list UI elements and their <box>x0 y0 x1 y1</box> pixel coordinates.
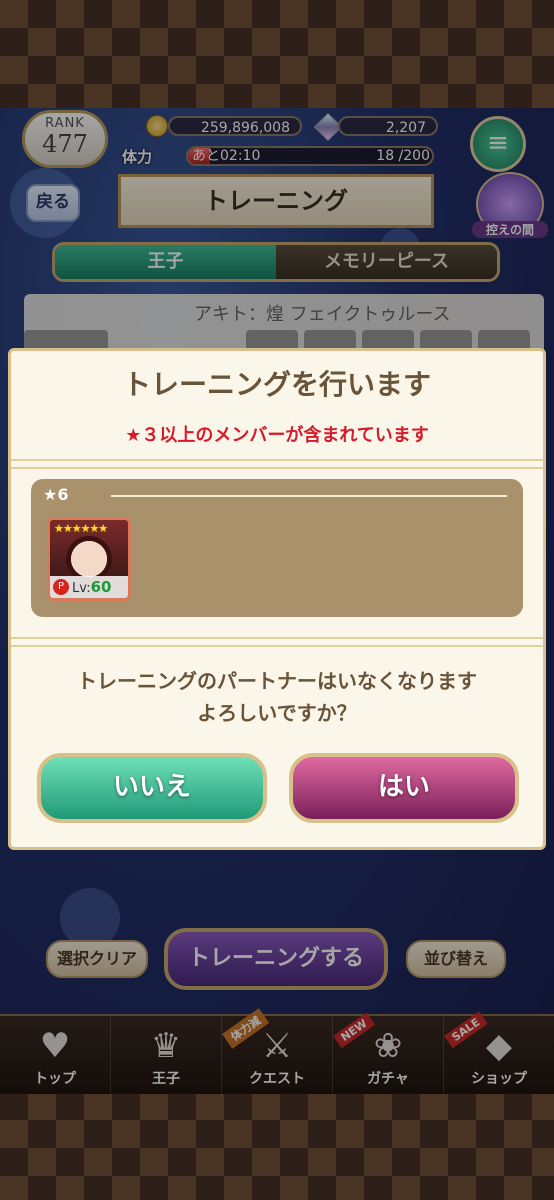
dialog-title: トレーニングを行います <box>122 368 431 401</box>
member-list: ★6 ★★★★★★ Lv:60 P <box>31 479 523 617</box>
game-screen: RANK 477 259,896,008 2,207 体力 あと02:10 18… <box>0 108 554 1094</box>
rarity-divider <box>111 495 507 497</box>
level-label: Lv: <box>72 581 91 596</box>
level-value: 60 <box>90 578 112 596</box>
dialog-message-line: よろしいですか？ <box>197 701 357 725</box>
card-stars: ★★★★★★ <box>54 522 108 535</box>
ornament-divider <box>11 459 543 469</box>
dialog-message: トレーニングのパートナーはいなくなります よろしいですか？ <box>11 665 543 729</box>
card-type-badge: P <box>53 579 69 595</box>
no-button[interactable]: いいえ <box>37 753 267 823</box>
rarity-label: ★6 <box>43 485 69 504</box>
dialog-warning: ★３以上のメンバーが含まれています <box>125 425 429 446</box>
dialog-message-line: トレーニングのパートナーはいなくなります <box>77 669 477 693</box>
ornament-divider <box>11 637 543 647</box>
yes-button[interactable]: はい <box>289 753 519 823</box>
confirm-dialog: トレーニングを行います ★３以上のメンバーが含まれています ★6 ★★★★★★ … <box>8 348 546 850</box>
member-card: ★★★★★★ Lv:60 P <box>47 517 131 601</box>
